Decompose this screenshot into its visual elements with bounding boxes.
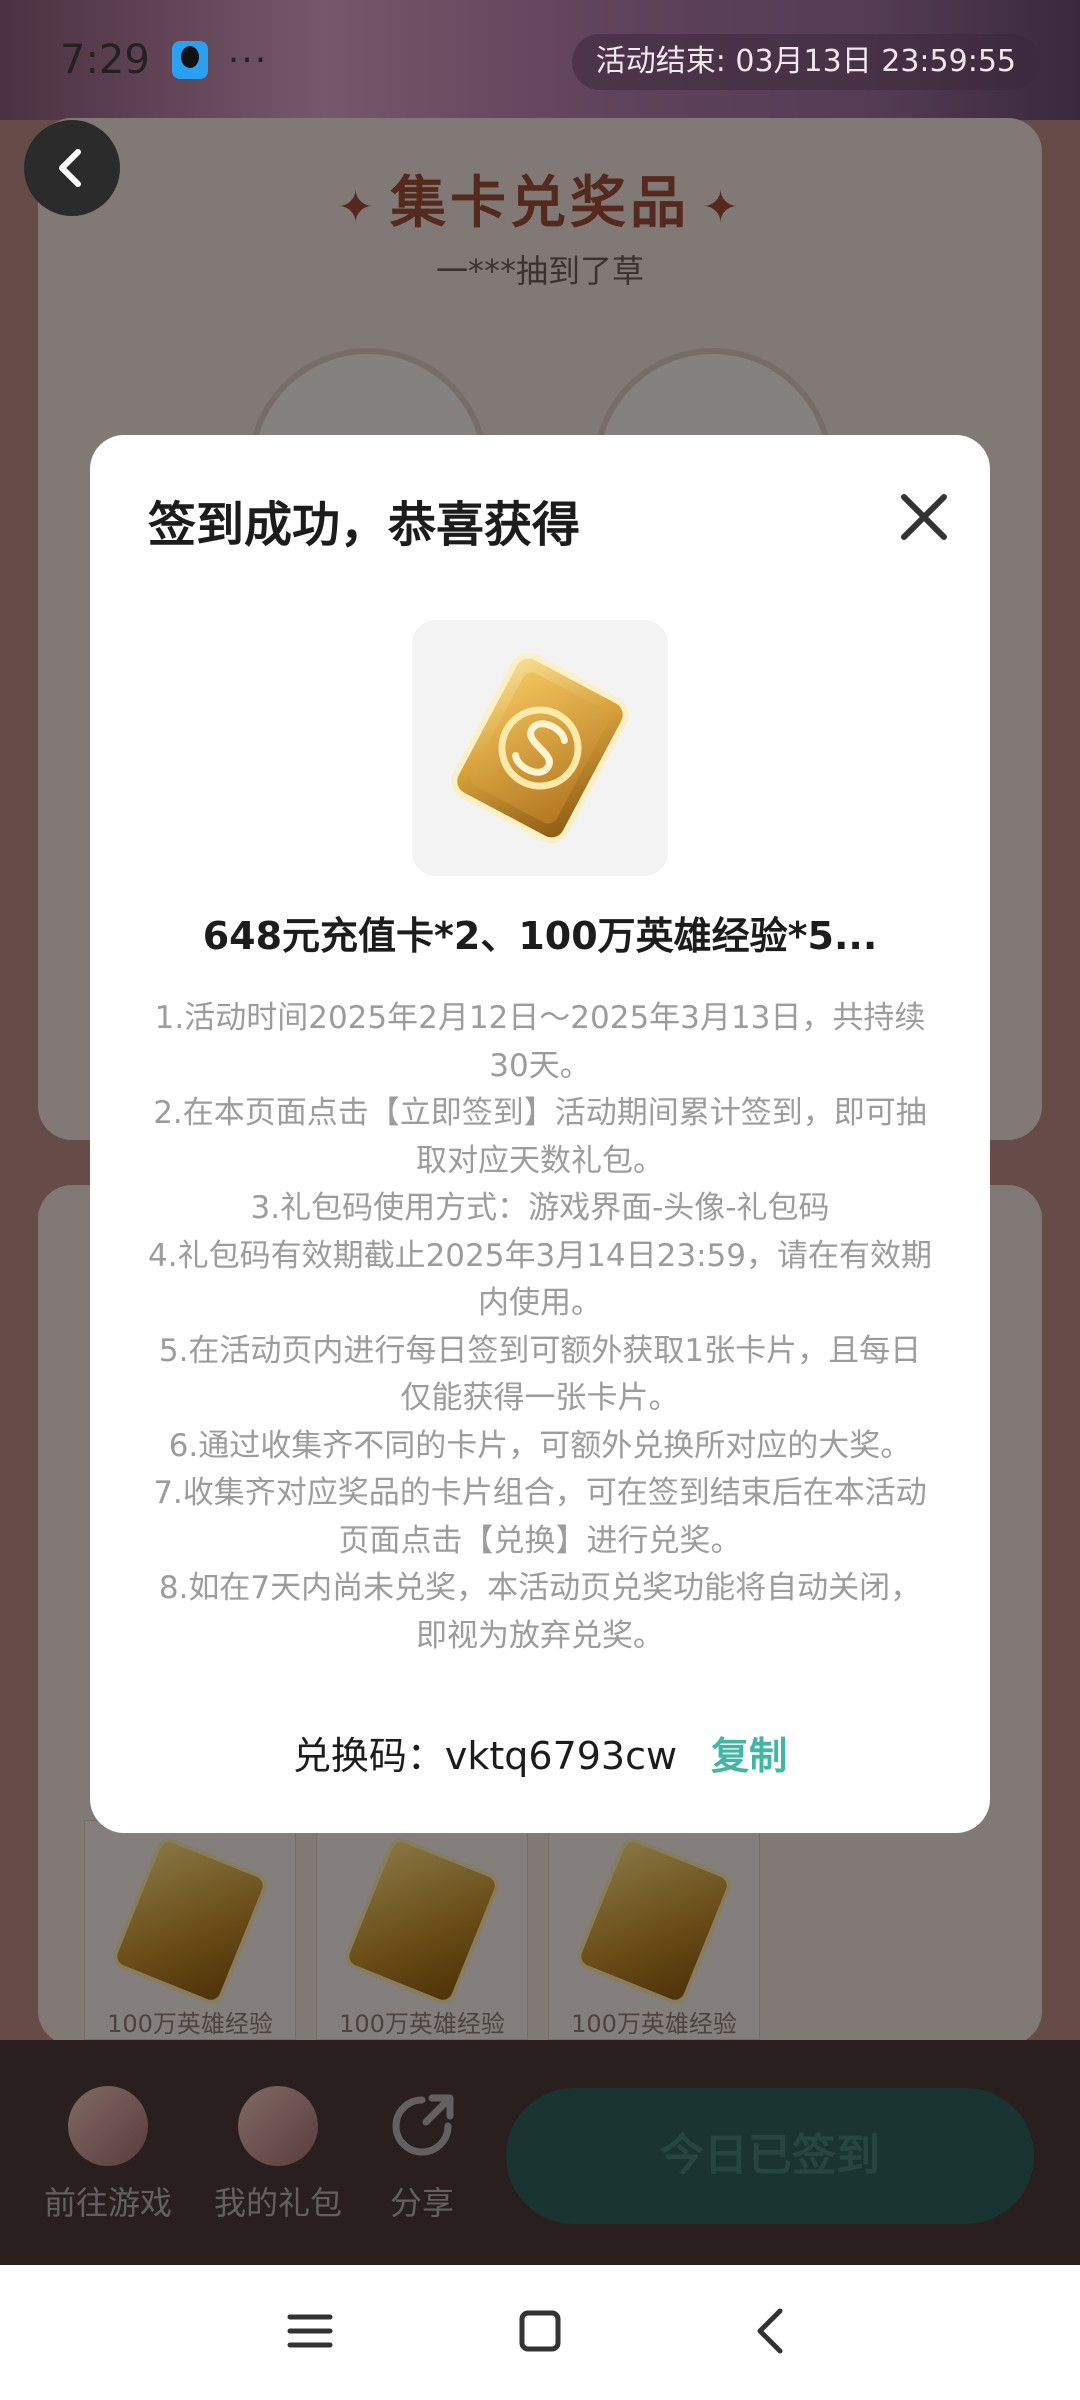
status-time: 7:29 bbox=[60, 37, 150, 83]
rule-item: 7.收集齐对应奖品的卡片组合，可在签到结束后在本活动页面点击【兑换】进行兑奖。 bbox=[153, 1475, 927, 1559]
chevron-left-icon bbox=[59, 149, 81, 187]
home-square-icon bbox=[519, 2310, 561, 2352]
prize-name: 648元充值卡*2、100万英雄经验*5... bbox=[202, 914, 878, 958]
prize-image bbox=[412, 620, 668, 876]
system-nav-bar bbox=[0, 2265, 1080, 2400]
menu-icon bbox=[287, 2314, 333, 2348]
rules-list: 1.活动时间2025年2月12日～2025年3月13日，共持续30天。 2.在本… bbox=[144, 995, 936, 1660]
copy-button[interactable]: 复制 bbox=[711, 1734, 787, 1778]
recharge-card-icon bbox=[451, 652, 629, 844]
back-arrow-icon bbox=[757, 2308, 783, 2354]
redeem-code-label: 兑换码： bbox=[292, 1734, 445, 1778]
close-icon bbox=[901, 494, 947, 540]
recent-apps-button[interactable] bbox=[282, 2303, 338, 2363]
rule-item: 6.通过收集齐不同的卡片，可额外兑换所对应的大奖。 bbox=[168, 1427, 912, 1464]
more-notifications-icon: ··· bbox=[227, 39, 269, 81]
activity-countdown: 活动结束: 03月13日 23:59:55 bbox=[571, 34, 1040, 90]
rule-item: 5.在活动页内进行每日签到可额外获取1张卡片，且每日仅能获得一张卡片。 bbox=[158, 1332, 922, 1417]
rule-item: 8.如在7天内尚未兑奖，本活动页兑奖功能将自动关闭，即视为放弃兑奖。 bbox=[158, 1570, 922, 1654]
rule-item: 2.在本页面点击【立即签到】活动期间累计签到，即可抽取对应天数礼包。 bbox=[153, 1095, 927, 1179]
redeem-code-row: 兑换码：vktq6793cw 复制 bbox=[90, 1725, 990, 1780]
rule-item: 3.礼包码使用方式：游戏界面-头像-礼包码 bbox=[250, 1190, 830, 1226]
qq-app-icon bbox=[171, 41, 208, 79]
rule-item: 1.活动时间2025年2月12日～2025年3月13日，共持续30天。 bbox=[154, 1000, 926, 1084]
redeem-code-value: vktq6793cw bbox=[444, 1734, 678, 1778]
rule-item: 4.礼包码有效期截止2025年3月14日23:59，请在有效期内使用。 bbox=[148, 1237, 932, 1322]
close-button[interactable] bbox=[896, 489, 952, 545]
back-button[interactable] bbox=[24, 120, 120, 216]
checkin-success-dialog: 签到成功，恭喜获得 648元充值卡*2、100万英雄经验*5... 1.活动时间… bbox=[90, 435, 990, 1833]
dialog-title: 签到成功，恭喜获得 bbox=[148, 497, 581, 553]
home-button[interactable] bbox=[512, 2303, 568, 2363]
system-back-button[interactable] bbox=[744, 2303, 800, 2363]
